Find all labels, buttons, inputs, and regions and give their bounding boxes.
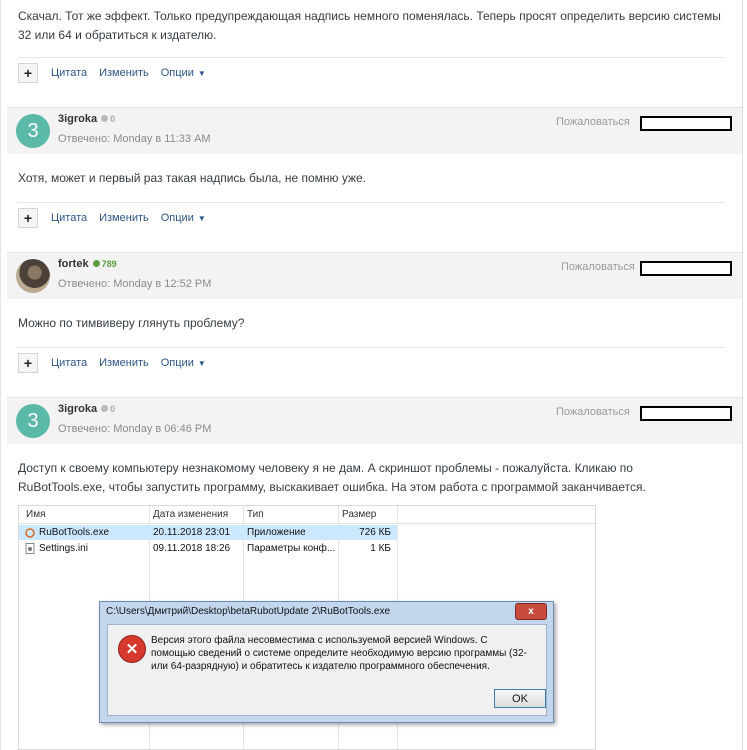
redacted-box <box>640 406 732 421</box>
edit-link[interactable]: Изменить <box>99 212 149 224</box>
multiquote-button[interactable]: + <box>18 353 38 373</box>
dialog-body: ✕ Версия этого файла несовместима с испо… <box>107 624 547 716</box>
settings-file-icon <box>25 543 35 554</box>
file-row: RuBotTools.exe 20.11.2018 23:01 Приложен… <box>19 525 397 540</box>
avatar[interactable]: 3 <box>16 404 50 438</box>
post-header-3: fortek 789 Отвечено: Monday в 12:52 PM По… <box>7 252 742 299</box>
dialog-title: C:\Users\Дмитрий\Desktop\betaRubotUpdate… <box>106 606 391 617</box>
avatar[interactable] <box>16 259 50 293</box>
post-actions-1: + Цитата Изменить Опции ▼ <box>18 63 206 83</box>
file-list-header: Имя Дата изменения Тип Размер <box>19 506 595 524</box>
post-actions-3: + Цитата Изменить Опции ▼ <box>18 353 206 373</box>
options-label: Опции <box>160 67 194 79</box>
error-dialog: C:\Users\Дмитрий\Desktop\betaRubotUpdate… <box>99 601 554 723</box>
options-link[interactable]: Опции ▼ <box>161 357 206 369</box>
column-type: Тип <box>247 509 264 520</box>
file-type: Приложение <box>247 527 306 538</box>
options-link[interactable]: Опции ▼ <box>161 67 206 79</box>
author-link[interactable]: 3igroka <box>58 113 97 125</box>
column-name: Имя <box>26 509 46 520</box>
error-icon: ✕ <box>118 635 146 663</box>
redacted-box <box>640 116 732 131</box>
post-date[interactable]: Отвечено: Monday в 12:52 PM <box>58 278 211 290</box>
chevron-down-icon: ▼ <box>197 69 206 78</box>
edit-link[interactable]: Изменить <box>99 67 149 79</box>
reputation-dot-icon <box>101 405 109 412</box>
reputation-dot-icon <box>101 115 109 122</box>
divider <box>18 202 724 203</box>
reputation-count: 0 <box>110 404 116 414</box>
file-size: 1 КБ <box>370 543 391 554</box>
multiquote-button[interactable]: + <box>18 63 38 83</box>
reputation-dot-icon <box>92 260 100 267</box>
post-body-4: Доступ к своему компьютеру незнакомому ч… <box>18 461 646 494</box>
chevron-down-icon: ▼ <box>197 359 206 368</box>
author-name[interactable]: 3igroka 0 <box>58 113 115 125</box>
redacted-box <box>640 261 732 276</box>
multiquote-button[interactable]: + <box>18 208 38 228</box>
post-header-2: 3 3igroka 0 Отвечено: Monday в 11:33 AM П… <box>7 107 742 154</box>
exe-file-icon <box>25 528 35 538</box>
post-actions-2: + Цитата Изменить Опции ▼ <box>18 208 206 228</box>
post-body-3: Можно по тимвиверу глянуть проблему? <box>18 316 245 330</box>
file-row: Settings.ini 09.11.2018 18:26 Параметры … <box>19 541 397 556</box>
author-link[interactable]: 3igroka <box>58 403 97 415</box>
file-type: Параметры конф... <box>247 543 336 554</box>
file-date: 20.11.2018 23:01 <box>153 527 231 538</box>
divider <box>18 57 724 58</box>
options-label: Опции <box>160 212 194 224</box>
file-date: 09.11.2018 18:26 <box>153 543 231 554</box>
options-label: Опции <box>160 357 194 369</box>
report-link[interactable]: Пожаловаться <box>556 116 630 128</box>
ok-button[interactable]: OK <box>494 689 546 708</box>
post-date[interactable]: Отвечено: Monday в 06:46 PM <box>58 423 211 435</box>
avatar[interactable]: 3 <box>16 114 50 148</box>
post-date[interactable]: Отвечено: Monday в 11:33 AM <box>58 133 211 145</box>
options-link[interactable]: Опции ▼ <box>161 212 206 224</box>
dialog-message: Версия этого файла несовместима с исполь… <box>151 635 527 672</box>
author-name[interactable]: fortek 789 <box>58 258 117 270</box>
post-body-2: Хотя, может и первый раз такая надпись б… <box>18 171 367 185</box>
report-link[interactable]: Пожаловаться <box>561 261 635 273</box>
post-header-4: 3 3igroka 0 Отвечено: Monday в 06:46 PM П… <box>7 397 742 444</box>
reputation-count: 789 <box>101 259 117 269</box>
column-date: Дата изменения <box>153 509 229 520</box>
column-size: Размер <box>342 509 377 520</box>
divider <box>18 347 724 348</box>
reputation-count: 0 <box>110 114 116 124</box>
quote-link[interactable]: Цитата <box>51 357 87 369</box>
post-body-1: Скачал. Тот же эффект. Только предупрежд… <box>18 9 721 42</box>
edit-link[interactable]: Изменить <box>99 357 149 369</box>
close-button[interactable]: x <box>515 603 547 620</box>
chevron-down-icon: ▼ <box>197 214 206 223</box>
file-size: 726 КБ <box>359 527 391 538</box>
forum-thread: Скачал. Тот же эффект. Только предупрежд… <box>0 0 743 750</box>
author-name[interactable]: 3igroka 0 <box>58 403 115 415</box>
file-name: RuBotTools.exe <box>39 527 110 538</box>
quote-link[interactable]: Цитата <box>51 67 87 79</box>
report-link[interactable]: Пожаловаться <box>556 406 630 418</box>
author-link[interactable]: fortek <box>58 258 89 270</box>
file-name: Settings.ini <box>39 543 88 554</box>
quote-link[interactable]: Цитата <box>51 212 87 224</box>
